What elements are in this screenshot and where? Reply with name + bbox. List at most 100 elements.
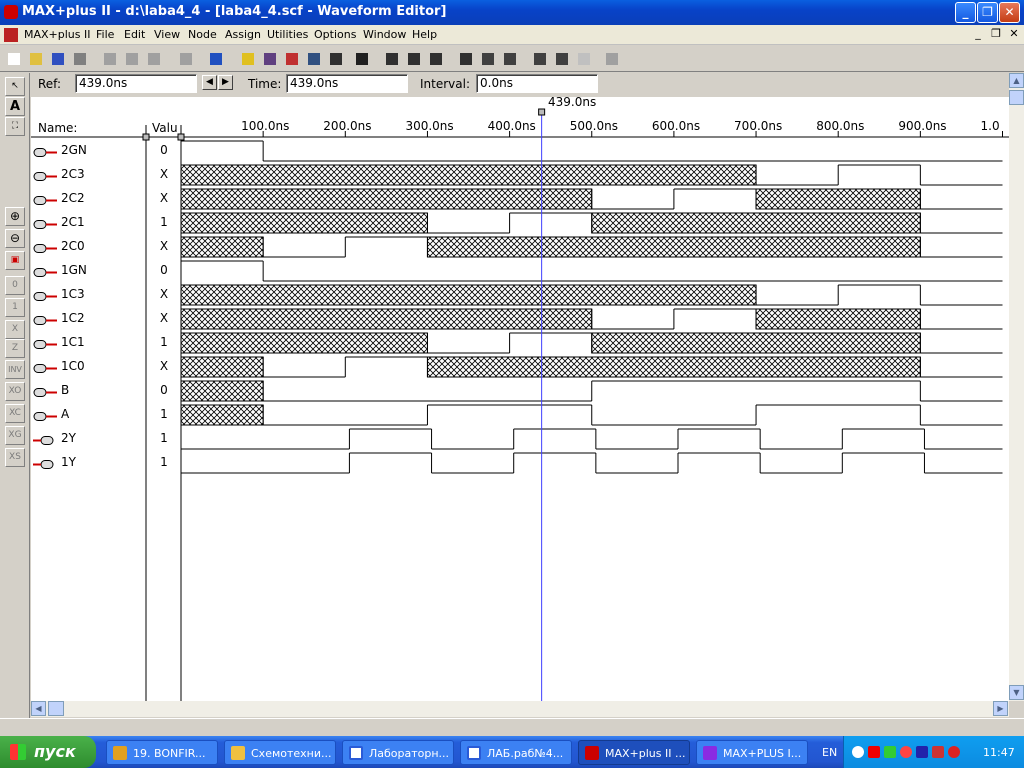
time-field[interactable]: 439.0ns	[286, 74, 408, 93]
unknown-segment[interactable]	[591, 212, 921, 234]
scroll-left-icon[interactable]: ◀	[31, 701, 46, 716]
cut-icon[interactable]	[100, 49, 120, 69]
overwrite-1-icon[interactable]: 1	[5, 298, 25, 317]
overwrite-clock-icon[interactable]: XC	[5, 404, 25, 423]
unknown-segment[interactable]	[180, 164, 757, 186]
unknown-segment[interactable]	[180, 404, 264, 426]
zoom-in-icon[interactable]: ⊕	[5, 207, 25, 226]
hierarchy-icon[interactable]	[352, 49, 372, 69]
cursor-handle[interactable]	[538, 108, 546, 116]
unknown-segment[interactable]	[180, 332, 428, 354]
programmer-icon[interactable]	[326, 49, 346, 69]
eye-icon[interactable]	[500, 49, 520, 69]
overwrite-x-icon[interactable]: X	[5, 320, 25, 339]
security-icon[interactable]	[948, 746, 960, 758]
mdi-restore-button[interactable]: ❐	[988, 27, 1004, 40]
unknown-segment[interactable]	[180, 356, 264, 378]
unknown-segment[interactable]	[180, 380, 264, 402]
select-tool-icon[interactable]: ↖	[5, 77, 25, 96]
unknown-segment[interactable]	[755, 308, 921, 330]
antivirus-icon[interactable]	[868, 746, 880, 758]
paste-icon[interactable]	[144, 49, 164, 69]
language-indicator[interactable]: EN	[822, 746, 837, 759]
shield-icon[interactable]	[932, 746, 944, 758]
signal-row[interactable]: B	[31, 379, 146, 403]
signal-row[interactable]: 2GN	[31, 139, 146, 163]
unknown-segment[interactable]	[755, 188, 921, 210]
signal-row[interactable]: 1C1	[31, 331, 146, 355]
signal-row[interactable]: 2Y	[31, 427, 146, 451]
project-save-icon[interactable]	[382, 49, 402, 69]
doc-icon[interactable]	[4, 28, 18, 42]
vertical-scrollbar[interactable]: ▲ ▼	[1009, 73, 1024, 701]
overwrite-state-icon[interactable]: XS	[5, 448, 25, 467]
signal-row[interactable]: 1C0	[31, 355, 146, 379]
tray-arrow-icon[interactable]	[852, 746, 864, 758]
overwrite-z-icon[interactable]: Z	[5, 339, 25, 358]
unknown-segment[interactable]	[180, 236, 264, 258]
task-lab-doc[interactable]: Лабораторн...	[342, 740, 454, 765]
unknown-segment[interactable]	[426, 236, 921, 258]
floorplan-icon[interactable]	[282, 49, 302, 69]
ungroup-tool-icon[interactable]: ⛶	[5, 117, 25, 136]
ref-field[interactable]: 439.0ns	[75, 74, 197, 93]
network-icon[interactable]	[884, 746, 896, 758]
compiler-icon[interactable]	[238, 49, 258, 69]
copy-icon[interactable]	[122, 49, 142, 69]
signal-row[interactable]: 2C0	[31, 235, 146, 259]
menu-assign[interactable]: Assign	[225, 28, 261, 41]
unknown-segment[interactable]	[426, 356, 921, 378]
invert-icon[interactable]: INV	[5, 360, 25, 379]
horizontal-scroll-thumb[interactable]	[48, 701, 64, 716]
fit-in-window-icon[interactable]: ▣	[5, 251, 25, 270]
waveform-canvas[interactable]: 100.0ns 200.0ns 300.0ns 400.0ns 500.0ns 600.0…	[31, 95, 1009, 701]
menu-node[interactable]: Node	[188, 28, 217, 41]
unknown-segment[interactable]	[180, 284, 757, 306]
signal-row[interactable]: 2C2	[31, 187, 146, 211]
menu-view[interactable]: View	[154, 28, 180, 41]
maximize-button[interactable]: ❐	[977, 2, 998, 23]
unknown-segment[interactable]	[180, 212, 428, 234]
menu-window[interactable]: Window	[363, 28, 406, 41]
task-schemotech[interactable]: Схемотехни...	[224, 740, 336, 765]
unknown-segment[interactable]	[180, 188, 593, 210]
ref-right-arrow-icon[interactable]: ▶	[218, 75, 233, 90]
ungroup-icon[interactable]	[574, 49, 594, 69]
zoom-out-icon[interactable]: ⊖	[5, 229, 25, 248]
menu-file[interactable]: File	[96, 28, 114, 41]
project-simulate-icon[interactable]	[426, 49, 446, 69]
undo-icon[interactable]	[176, 49, 196, 69]
open-sheet-icon[interactable]	[478, 49, 498, 69]
menu-utilities[interactable]: Utilities	[267, 28, 308, 41]
overwrite-group-icon[interactable]: XG	[5, 426, 25, 445]
signal-row[interactable]: 1Y	[31, 451, 146, 475]
ref-left-arrow-icon[interactable]: ◀	[202, 75, 217, 90]
start-button[interactable]: пуск	[0, 736, 96, 768]
scroll-right-icon[interactable]: ▶	[993, 701, 1008, 716]
signal-row[interactable]: 2C1	[31, 211, 146, 235]
group-icon[interactable]	[552, 49, 572, 69]
waveform-editor-icon[interactable]	[260, 49, 280, 69]
value-column-handle[interactable]	[177, 133, 185, 141]
task-maxplus-2[interactable]: MAX+PLUS I...	[696, 740, 808, 765]
unknown-segment[interactable]	[180, 308, 593, 330]
close-button[interactable]: ✕	[999, 2, 1020, 23]
mdi-minimize-button[interactable]: _	[970, 27, 986, 40]
project-compile-icon[interactable]	[404, 49, 424, 69]
task-maxplus-active[interactable]: MAX+plus II ...	[578, 740, 690, 765]
signal-row[interactable]: 1GN	[31, 259, 146, 283]
waveform-svg[interactable]: 100.0ns 200.0ns 300.0ns 400.0ns 500.0ns 600.0…	[31, 97, 1009, 701]
signal-row[interactable]: 1C3	[31, 283, 146, 307]
signal-row[interactable]: 1C2	[31, 307, 146, 331]
zoom-fit-icon[interactable]	[602, 49, 622, 69]
scroll-down-icon[interactable]: ▼	[1009, 685, 1024, 700]
signal-row[interactable]: A	[31, 403, 146, 427]
vertical-scroll-thumb[interactable]	[1009, 90, 1024, 105]
menu-options[interactable]: Options	[314, 28, 356, 41]
minimize-button[interactable]: _	[955, 2, 976, 23]
opera-icon[interactable]	[900, 746, 912, 758]
timing-analyzer-icon[interactable]	[304, 49, 324, 69]
app-icon[interactable]	[4, 5, 18, 19]
help-icon[interactable]	[206, 49, 226, 69]
scroll-up-icon[interactable]: ▲	[1009, 73, 1024, 88]
